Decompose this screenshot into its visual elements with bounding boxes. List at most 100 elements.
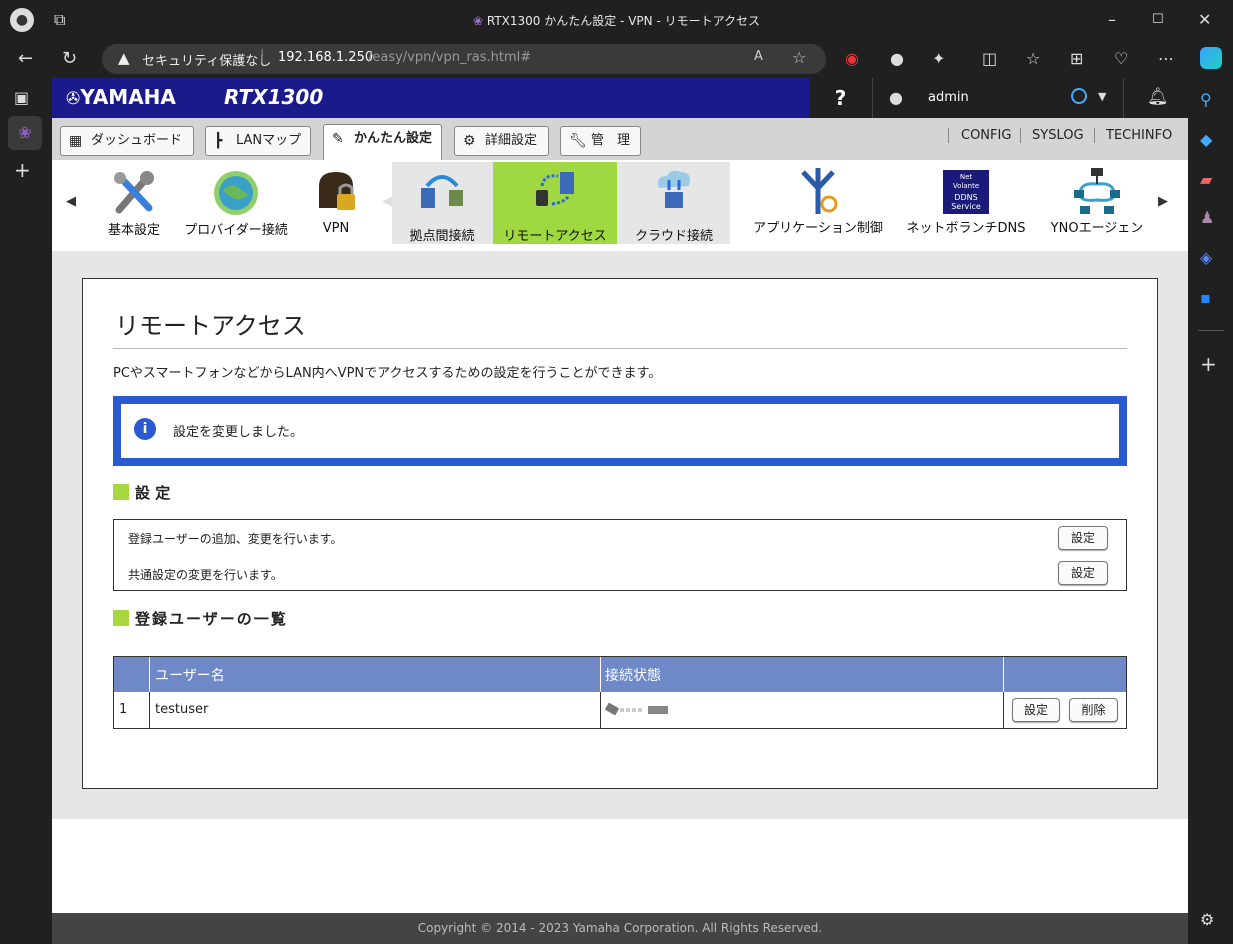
tab-dashboard[interactable]: ▦ ダッシュボード <box>60 126 194 156</box>
application-control-icon <box>801 168 838 214</box>
vpn-lock-icon <box>319 172 355 210</box>
tab-actions-icon[interactable]: ▣ <box>14 88 29 108</box>
user-name[interactable]: admin <box>928 90 969 105</box>
page-description: PCやスマートフォンなどからLAN内へVPNでアクセスするための設定を行うことが… <box>113 366 662 381</box>
bell-icon[interactable]: 🔔︎ <box>1147 87 1169 107</box>
settings-box: 登録ユーザーの追加、変更を行います。 設定 共通設定の変更を行います。 設定 <box>113 519 1127 591</box>
row-number: 1 <box>114 692 150 728</box>
copilot-app-icon[interactable]: ◈ <box>1200 248 1212 268</box>
icon-cloud-connection[interactable]: クラウド接続 <box>618 162 730 244</box>
config-link[interactable]: CONFIG <box>948 128 1011 143</box>
back-icon[interactable]: ← <box>18 49 33 69</box>
icon-basic-settings[interactable]: 基本設定 <box>98 160 170 246</box>
copilot-icon[interactable] <box>1200 47 1222 69</box>
delete-user-button[interactable]: 削除 <box>1069 698 1118 722</box>
icon-netvolante-dns[interactable]: Net Volante DDNS Service ネットボランチDNS <box>902 160 1030 246</box>
gear-icon: ⚙ <box>463 133 476 149</box>
table-header: ユーザー名 接続状態 <box>114 657 1126 692</box>
scroll-right-icon[interactable]: ▶ <box>1158 194 1168 209</box>
icon-provider-connection[interactable]: プロバイダー接続 <box>180 160 292 246</box>
model-name: RTX1300 <box>224 85 324 109</box>
heading-marker <box>113 484 129 500</box>
settings-heading: 設 定 <box>113 482 170 503</box>
refresh-icon[interactable]: ↻ <box>62 49 77 69</box>
split-screen-icon[interactable]: ◫ <box>982 49 997 69</box>
search-icon[interactable]: ⚲ <box>1200 90 1212 110</box>
yamaha-emblem-icon: ✇ <box>66 89 81 109</box>
syslog-link[interactable]: SYSLOG <box>1020 128 1084 143</box>
icon-remote-access[interactable]: リモートアクセス <box>493 162 617 244</box>
new-tab-icon[interactable]: + <box>14 160 31 180</box>
settings-gear-icon[interactable]: ⚙ <box>1200 910 1214 930</box>
active-tab-icon[interactable]: ❀ <box>8 116 42 150</box>
row-connection-status <box>601 692 1004 728</box>
header-tools: ? ● admin ▼ 🔔︎ <box>809 78 1188 118</box>
window-title: ❀ RTX1300 かんたん設定 - VPN - リモートアクセス <box>472 14 760 28</box>
edit-user-button[interactable]: 設定 <box>1012 698 1060 722</box>
techinfo-link[interactable]: TECHINFO <box>1094 128 1172 143</box>
icon-yno-agent[interactable]: YNOエージェン <box>1042 160 1152 246</box>
tab-easy-settings[interactable]: ✎ かんたん設定 <box>323 124 442 160</box>
scroll-left-icon[interactable]: ◀ <box>66 194 76 209</box>
more-menu-icon[interactable]: ⋯ <box>1158 49 1174 69</box>
wrench-icon: 🔧︎ <box>569 133 587 149</box>
site-to-site-icon <box>421 175 463 208</box>
right-sidebar: ⚲ ◆ ▰ ♟ ◈ ▪ + ⚙ <box>1188 78 1233 944</box>
extension-record-icon[interactable]: ◉ <box>845 49 859 69</box>
content-area: リモートアクセス PCやスマートフォンなどからLAN内へVPNでアクセスするため… <box>52 251 1188 819</box>
copyright-footer: Copyright © 2014 - 2023 Yamaha Corporati… <box>52 913 1188 944</box>
tab-lan-map[interactable]: ┣ LANマップ <box>205 126 311 156</box>
user-settings-text: 登録ユーザーの追加、変更を行います。 <box>128 532 343 546</box>
address-bar[interactable]: ▲ セキュリティ保護なし | 192.168.1.250 /easy/vpn/v… <box>102 44 826 74</box>
user-icon: ● <box>889 88 903 107</box>
common-settings-button[interactable]: 設定 <box>1058 561 1108 585</box>
main-tabs: ▦ ダッシュボード ┣ LANマップ ✎ かんたん設定 ⚙ 詳細設定 🔧︎ 管 理 CON… <box>52 118 1188 160</box>
shopping-icon[interactable]: ◆ <box>1200 130 1212 150</box>
router-header: ✇YAMAHA RTX1300 ? ● admin ▼ 🔔︎ <box>52 78 1188 118</box>
tools-icon[interactable]: ▰ <box>1200 170 1212 190</box>
yamaha-logo: ✇YAMAHA <box>66 85 176 109</box>
icon-site-to-site[interactable]: 拠点間接続 <box>392 162 492 244</box>
router-web-page: ✇YAMAHA RTX1300 ? ● admin ▼ 🔔︎ ▦ ダッシュボード … <box>52 78 1188 944</box>
favorites-icon[interactable]: ☆ <box>1026 49 1040 69</box>
icon-vpn[interactable]: VPN <box>302 160 370 246</box>
lan-map-icon: ┣ <box>214 133 223 149</box>
extensions-puzzle-icon[interactable]: ✦ <box>932 49 945 69</box>
collections-icon[interactable]: ⊞ <box>1070 49 1083 69</box>
security-label: セキュリティ保護なし <box>142 54 272 69</box>
title-divider <box>113 348 1127 349</box>
chevron-down-icon[interactable]: ▼ <box>1098 90 1106 103</box>
url-path: /easy/vpn/vpn_ras.html# <box>368 50 532 65</box>
header-connection-status: 接続状態 <box>601 657 1004 692</box>
ddns-service-logo: Net Volante DDNS Service <box>943 170 989 214</box>
add-sidebar-app-icon[interactable]: + <box>1200 354 1217 374</box>
performance-icon[interactable]: ♡ <box>1114 49 1128 69</box>
notice-text: 設定を変更しました。 <box>173 425 304 440</box>
read-aloud-icon[interactable]: A <box>754 49 763 64</box>
minimize-icon[interactable]: – <box>1108 10 1116 30</box>
status-ring-icon[interactable] <box>1071 88 1087 104</box>
warning-icon: ▲ <box>118 49 130 67</box>
common-settings-text: 共通設定の変更を行います。 <box>128 568 283 582</box>
page-title: リモートアクセス <box>115 312 306 340</box>
cloud-icon <box>658 170 690 208</box>
maximize-icon[interactable]: ☐ <box>1152 10 1164 30</box>
heading-marker <box>113 610 129 626</box>
icon-application-control[interactable]: アプリケーション制御 <box>750 160 886 246</box>
games-icon[interactable]: ♟ <box>1200 208 1214 228</box>
help-button[interactable]: ? <box>809 78 873 118</box>
close-icon[interactable]: ✕ <box>1198 10 1211 30</box>
user-settings-button[interactable]: 設定 <box>1058 526 1108 550</box>
dashboard-icon: ▦ <box>69 133 83 149</box>
outlook-icon[interactable]: ▪ <box>1200 288 1211 308</box>
info-icon: i <box>134 418 156 440</box>
tab-advanced-settings[interactable]: ⚙ 詳細設定 <box>454 126 549 156</box>
tab-management[interactable]: 🔧︎ 管 理 <box>560 126 641 156</box>
browser-toolbar: ← ↻ ▲ セキュリティ保護なし | 192.168.1.250 /easy/v… <box>0 40 1233 78</box>
settings-icon-strip: ◀ ▶ 基本設定 プロバイダー接続 VPN ◀ 拠点間接続 リモートアクセス ク… <box>52 160 1188 246</box>
globe-icon <box>214 171 258 215</box>
users-heading: 登録ユーザーの一覧 <box>113 608 288 629</box>
favorite-star-icon[interactable]: ☆ <box>792 48 806 67</box>
extension-icon[interactable]: ● <box>890 49 904 69</box>
window-titlebar: ● ⧉ ❀ RTX1300 かんたん設定 - VPN - リモートアクセス – … <box>0 0 1233 40</box>
